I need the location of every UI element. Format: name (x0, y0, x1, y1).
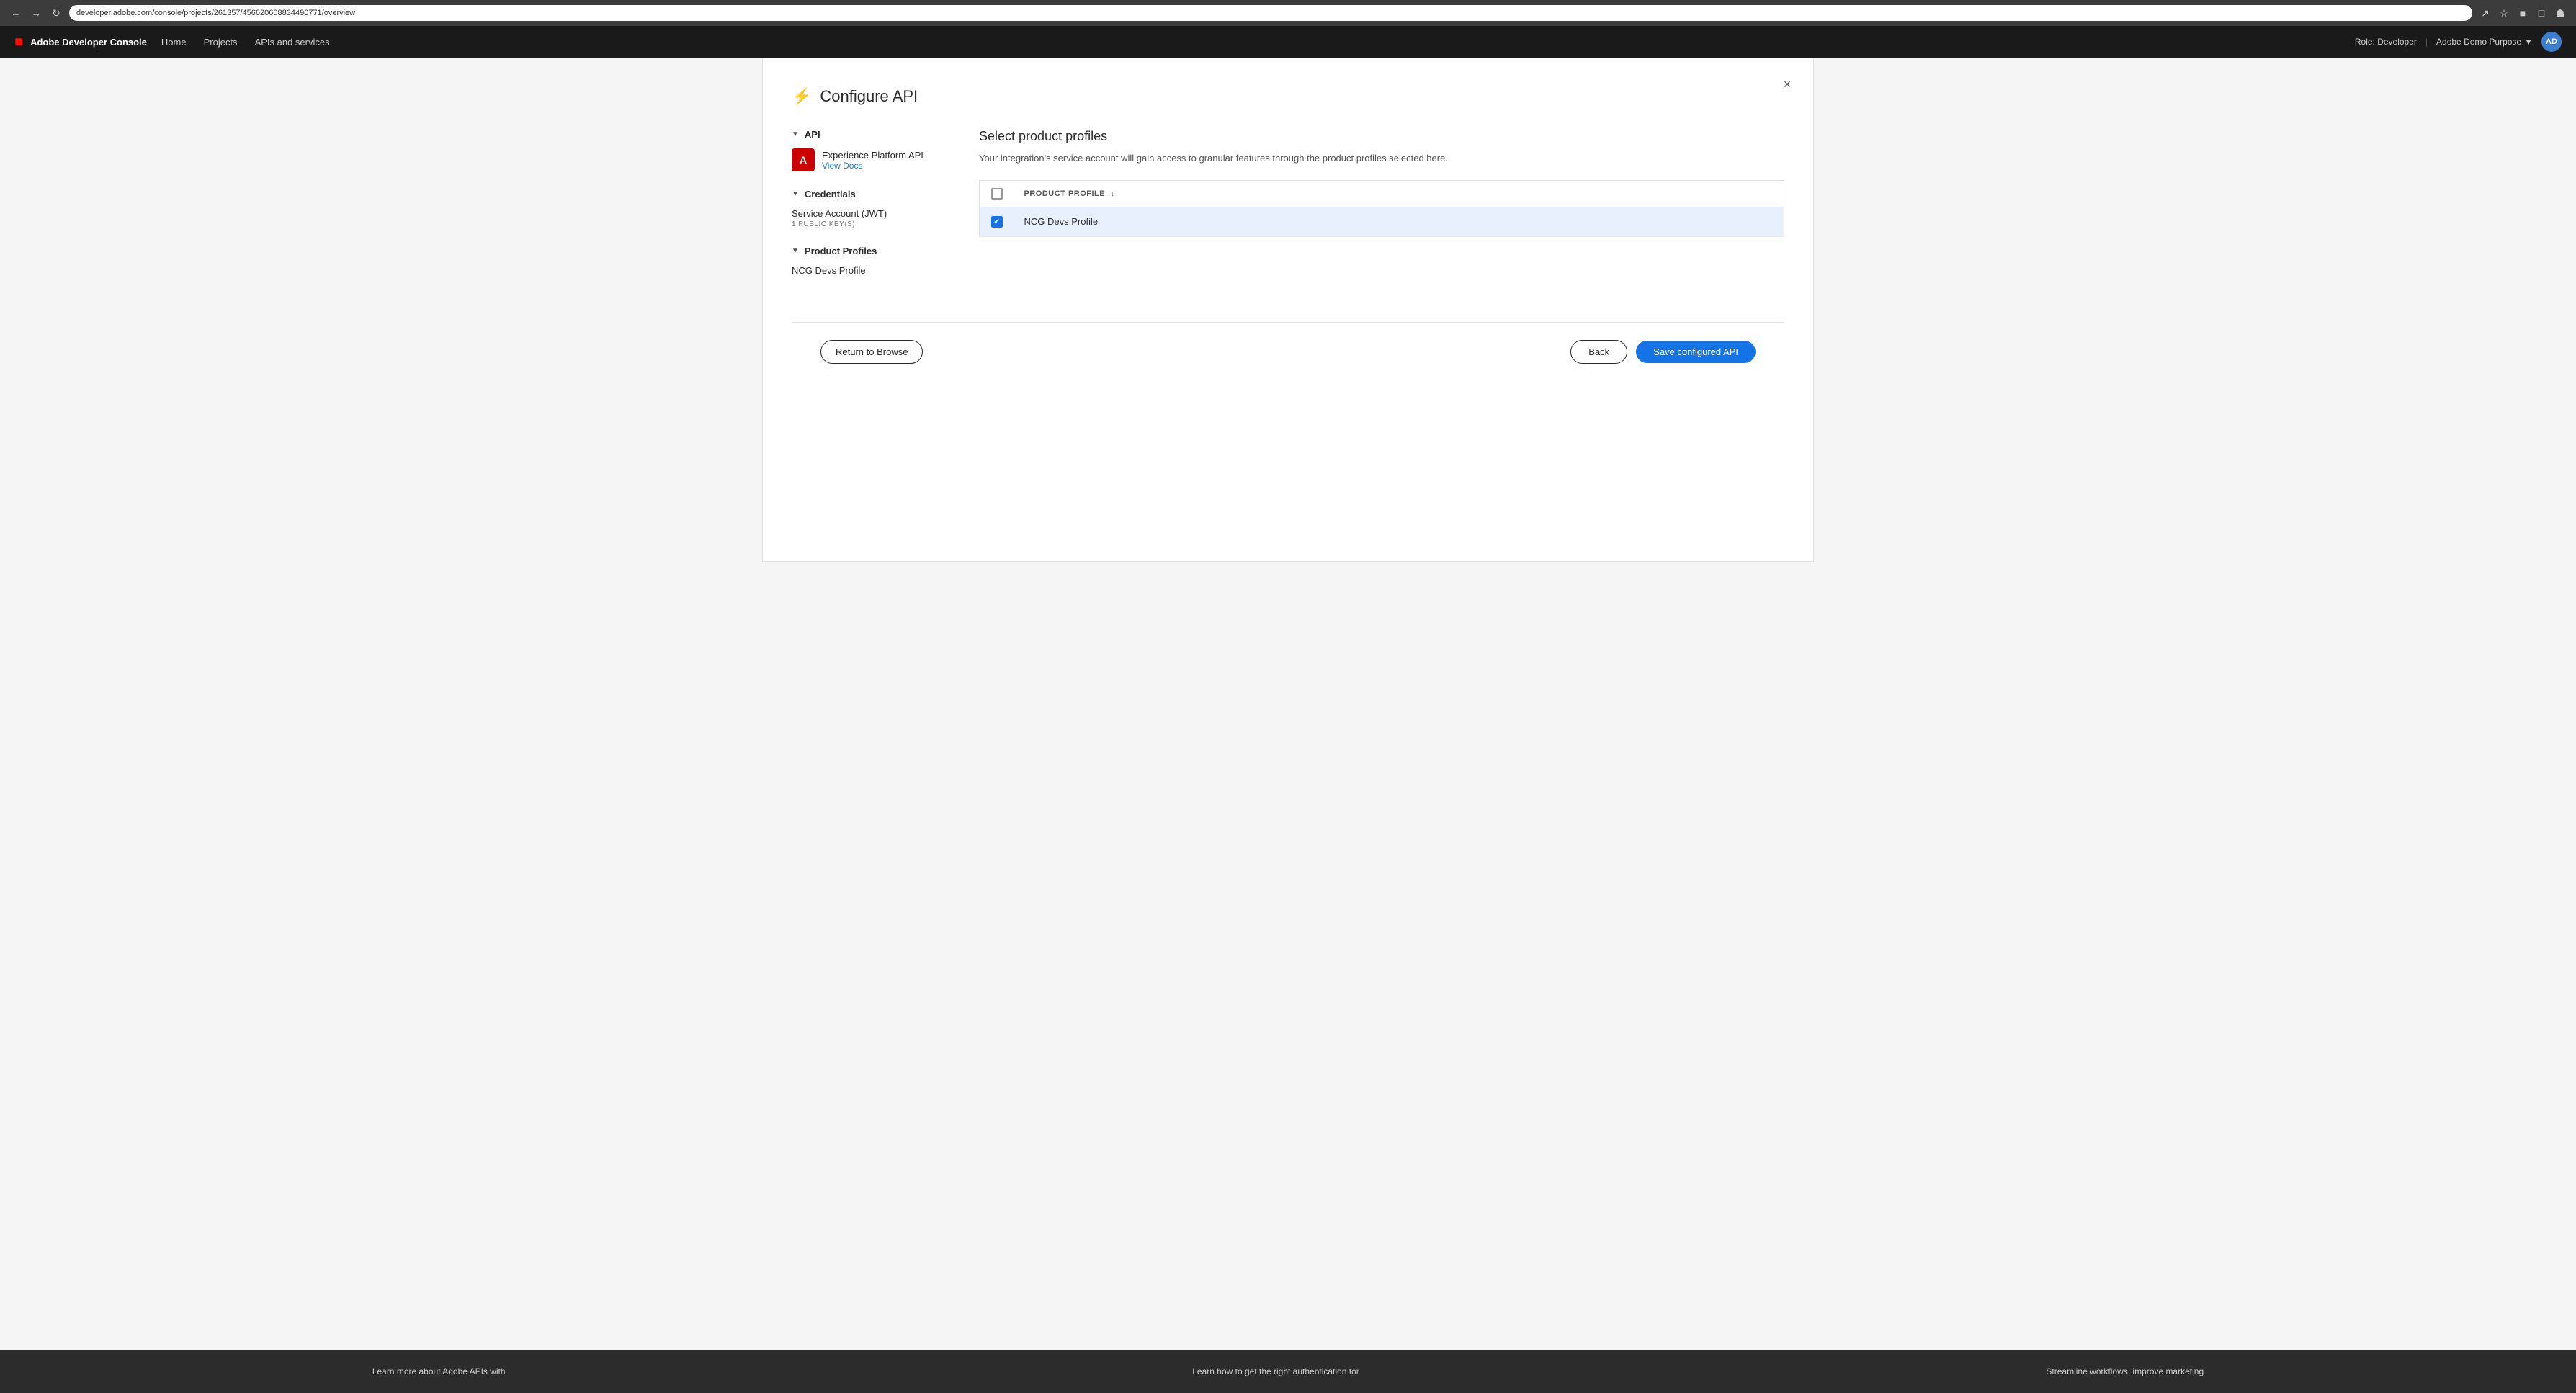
modal-footer: Return to Browse Back Save configured AP… (792, 322, 1784, 381)
modal-title: Configure API (820, 87, 918, 106)
sidebar-api-info: Experience Platform API View Docs (822, 150, 923, 171)
adobe-logo-icon: ■ (14, 34, 23, 50)
table-body: NCG Devs Profile (980, 207, 1784, 236)
sidebar-credentials-section-header[interactable]: ▼ Credentials (792, 189, 950, 200)
teaser-item-2: Learn how to get the right authenticatio… (1192, 1366, 1359, 1376)
sidebar-api-section-header[interactable]: ▼ API (792, 129, 950, 140)
sidebar-credential-item: Service Account (JWT) 1 PUBLIC KEY(S) (792, 208, 950, 228)
adobe-nav-links: Home Projects APIs and services (161, 37, 2355, 48)
forward-nav-btn[interactable]: → (29, 6, 43, 20)
modal-title-row: ⚡ Configure API (792, 87, 1784, 106)
product-profiles-section-label: Product Profiles (805, 246, 877, 256)
credentials-section-label: Credentials (805, 189, 856, 200)
sidebar-product-profiles-section: ▼ Product Profiles NCG Devs Profile (792, 246, 950, 276)
sidebar-api-item: A Experience Platform API View Docs (792, 148, 950, 171)
sidebar-api-section: ▼ API A Experience Platform API View Doc… (792, 129, 950, 171)
reload-btn[interactable]: ↻ (49, 6, 63, 20)
browser-actions: ↗ ☆ ■ □ ☗ (2478, 6, 2567, 20)
table-row: NCG Devs Profile (980, 207, 1784, 236)
adobe-brand-name: Adobe Developer Console (30, 37, 147, 48)
select-all-checkbox[interactable] (991, 188, 1003, 200)
nav-link-home[interactable]: Home (161, 37, 187, 48)
nav-link-projects[interactable]: Projects (204, 37, 238, 48)
bookmark-icon: ☆ (2497, 6, 2511, 20)
row-checkbox-cell (980, 207, 1014, 236)
nav-role-label: Role: Developer (2355, 37, 2417, 47)
product-profile-column-header: PRODUCT PROFILE ↓ (1014, 180, 1784, 207)
content-section-title: Select product profiles (979, 129, 1784, 144)
table-header: PRODUCT PROFILE ↓ (980, 180, 1784, 207)
ncg-devs-profile-checkbox[interactable] (991, 216, 1003, 228)
browser-chrome: ← → ↻ developer.adobe.com/console/projec… (0, 0, 2576, 26)
url-text: developer.adobe.com/console/projects/261… (76, 9, 355, 17)
back-nav-btn[interactable]: ← (9, 6, 23, 20)
extension-icon: ■ (2515, 6, 2530, 20)
return-to-browse-button[interactable]: Return to Browse (820, 340, 923, 364)
modal-main-content: Select product profiles Your integration… (979, 129, 1784, 293)
product-profiles-chevron-icon: ▼ (792, 247, 799, 255)
adobe-logo: ■ Adobe Developer Console (14, 34, 147, 50)
modal-sidebar: ▼ API A Experience Platform API View Doc… (792, 129, 979, 293)
api-section-chevron-icon: ▼ (792, 130, 799, 138)
modal-body: ▼ API A Experience Platform API View Doc… (792, 129, 1784, 293)
experience-platform-api-icon: A (792, 148, 815, 171)
row-checkbox-container (990, 216, 1004, 228)
api-section-label: API (805, 129, 820, 140)
url-bar[interactable]: developer.adobe.com/console/projects/261… (69, 5, 2472, 21)
modal-close-button[interactable]: × (1776, 73, 1799, 96)
select-all-header (980, 180, 1014, 207)
sort-icon[interactable]: ↓ (1111, 190, 1115, 198)
share-icon: ↗ (2478, 6, 2492, 20)
public-keys-count: 1 PUBLIC KEY(S) (792, 220, 950, 228)
configure-api-modal: × ⚡ Configure API ▼ API A Exper (762, 58, 1814, 562)
teaser-bar: Learn more about Adobe APIs with Learn h… (0, 1350, 2576, 1393)
product-profiles-table: PRODUCT PROFILE ↓ NCG De (979, 180, 1784, 237)
profile-icon: ☗ (2553, 6, 2567, 20)
content-description: Your integration's service account will … (979, 151, 1784, 166)
view-docs-link[interactable]: View Docs (822, 161, 923, 171)
save-configured-api-button[interactable]: Save configured API (1636, 341, 1756, 363)
sidebar-product-profiles-section-header[interactable]: ▼ Product Profiles (792, 246, 950, 256)
ncg-devs-profile-name: NCG Devs Profile (1014, 207, 1784, 236)
table-header-row: PRODUCT PROFILE ↓ (980, 180, 1784, 207)
select-all-checkbox-container (990, 188, 1004, 200)
back-button[interactable]: Back (1570, 340, 1627, 364)
sidebar-credentials-section: ▼ Credentials Service Account (JWT) 1 PU… (792, 189, 950, 228)
window-icon: □ (2534, 6, 2549, 20)
teaser-item-3: Streamline workflows, improve marketing (2046, 1366, 2204, 1376)
service-account-name: Service Account (JWT) (792, 208, 950, 219)
api-name: Experience Platform API (822, 150, 923, 161)
footer-right-buttons: Back Save configured API (1570, 340, 1756, 364)
user-avatar[interactable]: AD (2541, 32, 2562, 52)
nav-org-label[interactable]: Adobe Demo Purpose ▼ (2436, 37, 2533, 47)
adobe-nav-right: Role: Developer | Adobe Demo Purpose ▼ A… (2355, 32, 2562, 52)
nav-link-apis[interactable]: APIs and services (255, 37, 330, 48)
modal-overlay: × ⚡ Configure API ▼ API A Exper (0, 58, 2576, 1350)
credentials-chevron-icon: ▼ (792, 190, 799, 198)
configure-api-icon: ⚡ (792, 87, 811, 106)
sidebar-profile-item: NCG Devs Profile (792, 265, 950, 276)
teaser-item-1: Learn more about Adobe APIs with (372, 1366, 506, 1376)
adobe-nav: ■ Adobe Developer Console Home Projects … (0, 26, 2576, 58)
nav-separator: | (2425, 37, 2428, 47)
chevron-down-icon: ▼ (2524, 37, 2533, 47)
